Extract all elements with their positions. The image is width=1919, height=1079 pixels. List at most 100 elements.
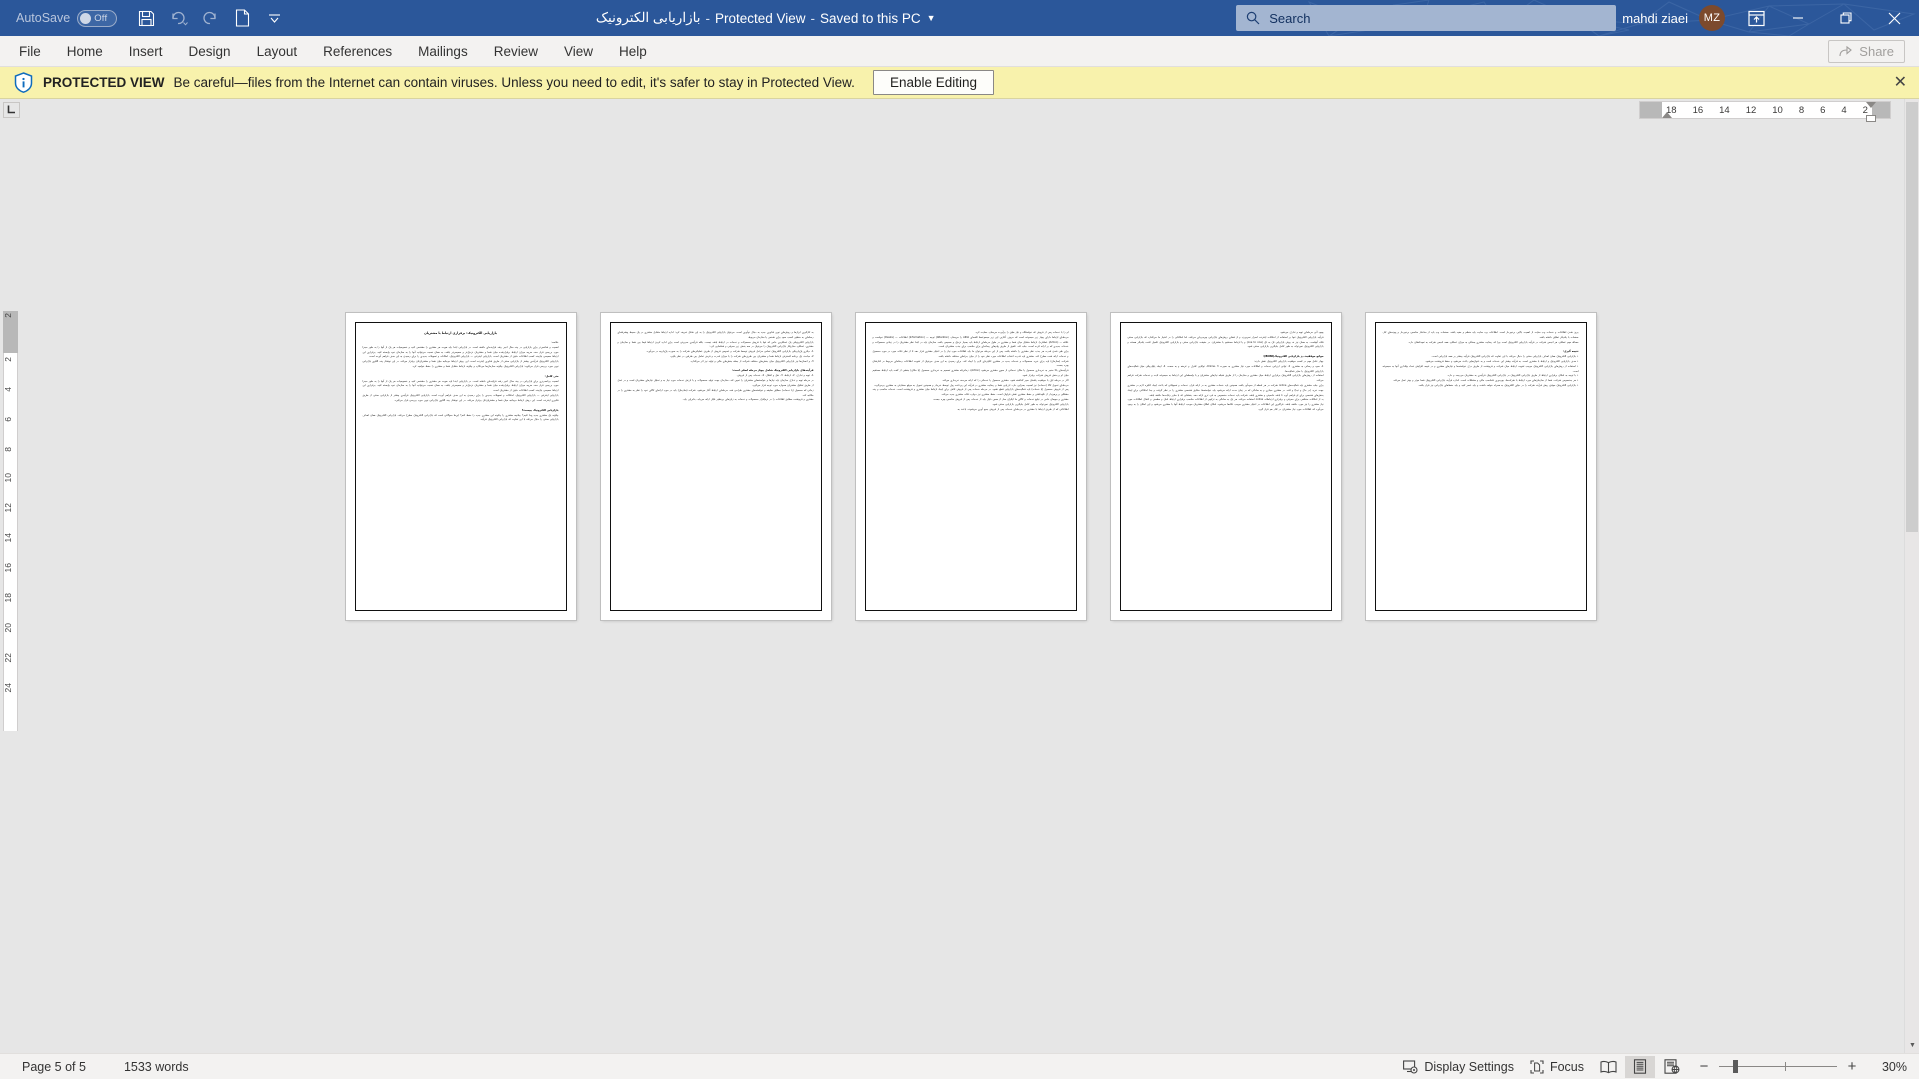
vertical-ruler[interactable]: 2 2 4 6 8 10 12 14 16 18 20 22 24 <box>0 121 22 1053</box>
view-mode-print-layout[interactable] <box>1625 1055 1655 1078</box>
view-mode-web-layout[interactable] <box>1657 1056 1687 1078</box>
tab-references-label: References <box>323 43 393 59</box>
zoom-slider-midpoint <box>1785 1062 1787 1071</box>
read-mode-icon <box>1599 1060 1617 1073</box>
status-bar-left: Page 5 of 5 1533 words <box>14 1057 197 1077</box>
quick-access-toolbar <box>131 4 289 32</box>
tab-review-label: Review <box>493 43 538 59</box>
heading: متن کامل: <box>544 373 559 378</box>
tab-file[interactable]: File <box>6 36 54 67</box>
tab-design[interactable]: Design <box>176 36 244 67</box>
tab-help[interactable]: Help <box>606 36 660 67</box>
paragraph: • بازاریابی الکترونیک موفق، پیش فرآیند ش… <box>1418 384 1579 388</box>
autosave-toggle[interactable]: Off <box>77 9 118 27</box>
document-page[interactable]: بازاریابی الکترونیک: برقراری ارتباط با م… <box>345 313 576 620</box>
page-content: او را با خدمات پس از فروش که خواستگاه و … <box>864 322 1077 611</box>
zoom-in-button[interactable]: + <box>1846 1059 1858 1074</box>
document-page[interactable]: به کارگیری ابزارها و روش‌های نوین فناوری… <box>600 313 831 620</box>
search-box[interactable]: Search <box>1236 5 1617 31</box>
paragraph: شرکت (سازمان) باید برای خرید محصولات و خ… <box>872 359 1069 368</box>
saved-state-label: Saved to this PC <box>820 10 921 26</box>
zoom-slider-thumb[interactable] <box>1733 1060 1738 1073</box>
avatar[interactable]: MZ <box>1699 5 1725 31</box>
tab-home[interactable]: Home <box>54 36 116 67</box>
protected-view-tag: Protected View <box>714 10 806 26</box>
view-mode-read[interactable] <box>1593 1056 1623 1078</box>
enable-editing-button[interactable]: Enable Editing <box>872 70 995 95</box>
status-bar-right: Display Settings Focus − + 30% <box>1395 1055 1907 1078</box>
display-settings-icon <box>1403 1059 1418 1074</box>
paragraph: 1- سود و رسانی به مشتری. 2- توانی ارزیاب… <box>1127 364 1324 373</box>
vruler-tick-11: 22 <box>3 653 13 663</box>
paragraph: اطلاعاتی که از طریق ارتباط با مشتری در م… <box>956 407 1069 411</box>
zoom-level-label[interactable]: 30% <box>1873 1060 1907 1074</box>
vruler-tick-12: 24 <box>3 683 13 693</box>
heading: فرآیندهای بازاریابی الکترونیک شامل چهار … <box>732 368 814 373</box>
horizontal-ruler-row: 18 16 14 12 10 8 6 4 2 <box>22 99 1919 122</box>
focus-button[interactable]: Focus <box>1522 1057 1592 1077</box>
zoom-controls: − + 30% <box>1698 1059 1907 1074</box>
autosave-state-label: Off <box>94 12 108 24</box>
title-bar: AutoSave Off بازاریابی الکترونیک - Prote… <box>0 0 1919 36</box>
word-count[interactable]: 1533 words <box>116 1057 197 1077</box>
autosave-control[interactable]: AutoSave Off <box>16 9 118 27</box>
save-icon[interactable] <box>131 4 161 32</box>
protected-view-bar: PROTECTED VIEW Be careful—files from the… <box>0 67 1919 99</box>
tab-home-label: Home <box>66 43 103 59</box>
share-icon <box>1839 45 1853 56</box>
first-line-indent-marker-icon[interactable] <box>1866 102 1876 108</box>
title-chevron-down-icon[interactable]: ▼ <box>927 13 936 23</box>
zoom-slider[interactable] <box>1719 1060 1837 1074</box>
restore-button[interactable] <box>1823 0 1869 36</box>
hanging-indent-marker-icon[interactable] <box>1662 112 1672 118</box>
tab-review[interactable]: Review <box>481 36 551 67</box>
horizontal-ruler[interactable]: 18 16 14 12 10 8 6 4 2 <box>1639 101 1891 122</box>
page-content: به کارگیری ابزارها و روش‌های نوین فناوری… <box>609 322 822 611</box>
vruler-tick-10: 20 <box>3 623 13 633</box>
vruler-tick-4: 8 <box>3 447 13 452</box>
document-page[interactable]: او را با خدمات پس از فروش که خواستگاه و … <box>855 313 1086 620</box>
pages-container: بازاریابی الکترونیک: برقراری ارتباط با م… <box>22 121 1919 1053</box>
customize-qat-icon[interactable] <box>259 4 289 32</box>
hruler-tick-5: 8 <box>1798 104 1805 116</box>
paragraph: مرحله‌ای ارتباط دارای چهار زیر مجموعه اس… <box>872 335 1069 349</box>
work-area: 2 2 4 6 8 10 12 14 16 18 20 22 24 18 16 … <box>0 99 1919 1053</box>
new-blank-doc-icon[interactable] <box>227 4 257 32</box>
document-page[interactable]: بروز شدن اطلاعات و خدمات وب سایت از اهمی… <box>1365 313 1596 620</box>
page-content: بهبود آتی مرحله‌ای تهیه و تدارک می‌شود. … <box>1119 322 1332 611</box>
vertical-scrollbar-thumb[interactable] <box>1906 102 1918 532</box>
paragraph: برای طی شدن قدرت هر جذب نظر مشتری را داش… <box>872 350 1069 358</box>
scroll-down-arrow-icon[interactable]: ▼ <box>1905 1038 1919 1053</box>
heading: بازاریابی الکترونیک چیست؟ <box>521 407 559 412</box>
autosave-toggle-knob <box>80 12 92 24</box>
tab-mailings-label: Mailings <box>418 43 468 59</box>
tab-references[interactable]: References <box>310 36 405 67</box>
status-bar: Page 5 of 5 1533 words Display Settings … <box>0 1053 1919 1079</box>
tab-insert[interactable]: Insert <box>116 36 176 67</box>
page-indicator[interactable]: Page 5 of 5 <box>14 1057 94 1077</box>
minimize-button[interactable] <box>1775 0 1821 36</box>
display-settings-label: Display Settings <box>1424 1059 1514 1074</box>
user-name[interactable]: mahdi ziaei <box>1622 11 1688 26</box>
tab-view[interactable]: View <box>551 36 606 67</box>
tab-stop-selector[interactable] <box>0 99 22 121</box>
ribbon-display-options-icon[interactable] <box>1739 3 1773 33</box>
zoom-out-button[interactable]: − <box>1698 1059 1710 1074</box>
paragraph: بروز شدن اطلاعات و خدمات وب سایت از اهمی… <box>1382 331 1579 339</box>
close-button[interactable] <box>1871 0 1917 36</box>
paragraph: اهمیت برنامه‌ریزی برای بازاریابی در چند … <box>362 379 559 393</box>
paragraph: چگونه یک مشتری جدید پیدا کنیم؟ چنانچه مش… <box>362 413 559 422</box>
tab-mailings[interactable]: Mailings <box>405 36 481 67</box>
vruler-tick-0: 2 <box>3 313 13 318</box>
share-button[interactable]: Share <box>1828 39 1905 63</box>
page-title: بازاریابی الکترونیک: برقراری ارتباط با م… <box>424 331 497 335</box>
hruler-tick-1: 16 <box>1692 104 1704 116</box>
close-icon[interactable]: ✕ <box>1894 74 1907 91</box>
undo-icon[interactable] <box>163 4 193 32</box>
redo-icon[interactable] <box>195 4 225 32</box>
display-settings-button[interactable]: Display Settings <box>1395 1057 1522 1077</box>
paragraph: مشتری و فروشنده مطابق اطلاعات را در نرم‌… <box>682 398 814 402</box>
document-page[interactable]: بهبود آتی مرحله‌ای تهیه و تدارک می‌شود. … <box>1110 313 1341 620</box>
vertical-scrollbar[interactable]: ▲ ▼ <box>1904 99 1919 1053</box>
tab-layout[interactable]: Layout <box>244 36 311 67</box>
